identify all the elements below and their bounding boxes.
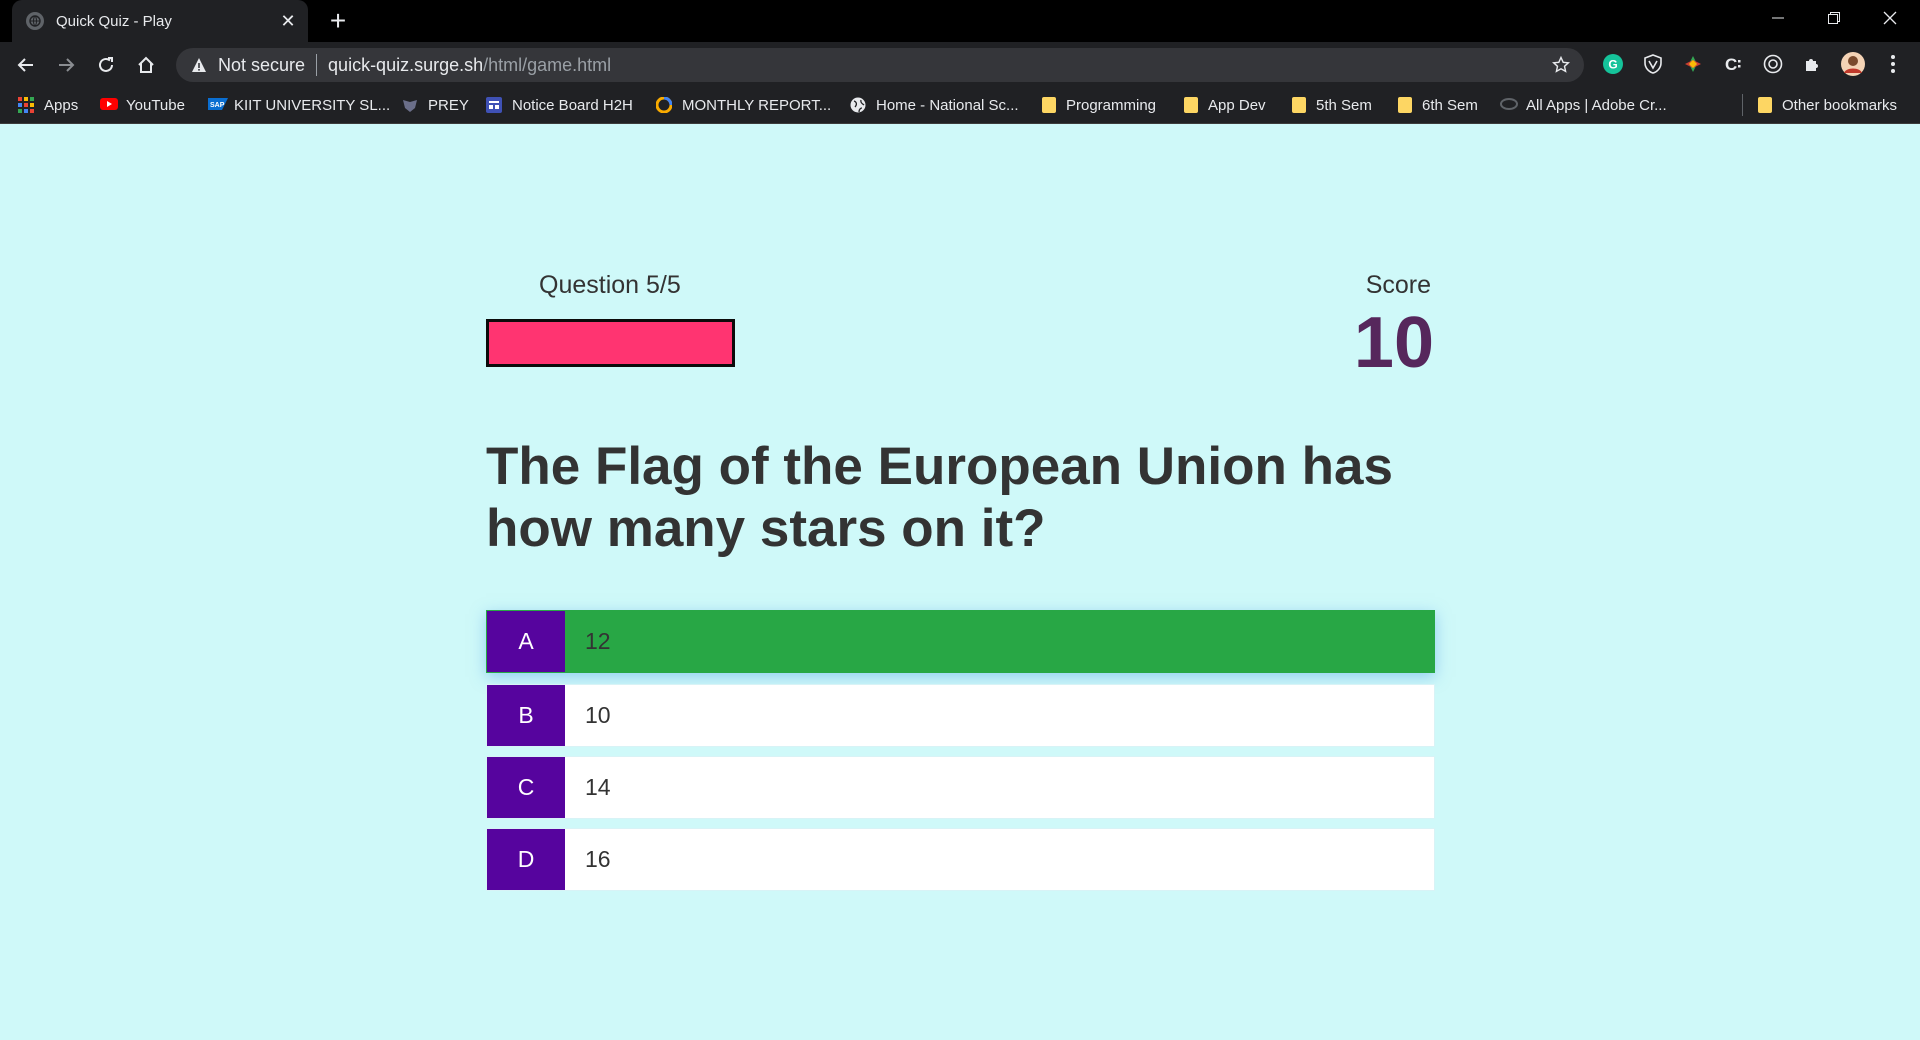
- bookmark-label: Apps: [44, 96, 79, 114]
- progress-fill: [489, 322, 732, 364]
- shield-extension-icon[interactable]: [1640, 51, 1666, 77]
- restore-icon[interactable]: [1806, 0, 1862, 36]
- bookmark-other-bookmarks[interactable]: Other bookmarks: [1758, 88, 1897, 122]
- bookmark-label: Home - National Sc...: [876, 96, 1019, 114]
- quiz-page: Question 5/5 Score 10 The Flag of the Eu…: [0, 124, 1920, 1040]
- prey-icon: [402, 97, 418, 113]
- address-separator: [316, 54, 318, 76]
- security-status-label[interactable]: Not secure: [218, 55, 305, 76]
- bookmark-apps[interactable]: Apps: [18, 88, 78, 122]
- browser-tab[interactable]: Quick Quiz - Play ✕: [12, 0, 308, 42]
- bookmark-notice-board[interactable]: Notice Board H2H: [486, 88, 633, 122]
- bookmark-label: YouTube: [126, 96, 185, 114]
- bookmark-label: App Dev: [1208, 96, 1266, 114]
- svg-text:C: C: [1725, 55, 1737, 74]
- score-label: Score: [1365, 271, 1431, 299]
- bookmark-kiit[interactable]: SAP KIIT UNIVERSITY SL...: [208, 88, 390, 122]
- reload-icon[interactable]: [90, 49, 122, 81]
- adobe-icon: [1500, 97, 1518, 113]
- bookmark-label: All Apps | Adobe Cr...: [1526, 96, 1667, 114]
- c-extension-icon[interactable]: C: [1720, 51, 1746, 77]
- bookmark-label: KIIT UNIVERSITY SL...: [234, 96, 391, 114]
- choice-text: 14: [585, 774, 611, 800]
- browser-toolbar: Not secure quick-quiz.surge.sh /html/gam…: [0, 42, 1920, 88]
- choice-option-a[interactable]: A 12: [486, 610, 1435, 673]
- progress-bar: [486, 319, 735, 367]
- question-counter: Question 5/5: [539, 271, 681, 299]
- warning-triangle-icon[interactable]: [190, 56, 208, 74]
- notice-board-icon: [486, 97, 502, 113]
- globe-icon: [850, 97, 866, 113]
- bookmark-label: PREY: [428, 96, 469, 114]
- choice-option-c[interactable]: C 14: [486, 756, 1435, 819]
- home-icon[interactable]: [130, 49, 162, 81]
- choice-text: 12: [585, 628, 611, 654]
- url-path: /html/game.html: [483, 54, 612, 75]
- bookmarks-bar: Apps YouTube SAP KIIT UNIVERSITY SL... P…: [0, 88, 1920, 124]
- folder-icon: [1758, 97, 1772, 113]
- grammarly-icon[interactable]: G: [1600, 51, 1626, 77]
- bookmark-folder-programming[interactable]: Programming: [1042, 88, 1156, 122]
- report-icon: [655, 96, 673, 114]
- bookmark-adobe[interactable]: All Apps | Adobe Cr...: [1500, 88, 1667, 122]
- bookmark-folder-5th-sem[interactable]: 5th Sem: [1292, 88, 1372, 122]
- bookmark-label: MONTHLY REPORT...: [682, 96, 832, 114]
- bookmark-label: Other bookmarks: [1782, 96, 1898, 114]
- profile-avatar[interactable]: [1840, 51, 1866, 77]
- tab-title: Quick Quiz - Play: [56, 12, 172, 30]
- choice-prefix: C: [487, 757, 565, 818]
- color-picker-icon[interactable]: [1680, 51, 1706, 77]
- folder-icon: [1292, 97, 1306, 113]
- back-arrow-icon[interactable]: [10, 49, 42, 81]
- choice-prefix: D: [487, 829, 565, 890]
- menu-kebab-icon[interactable]: [1880, 51, 1906, 77]
- choice-prefix: A: [487, 611, 565, 672]
- folder-icon: [1398, 97, 1412, 113]
- browser-tab-strip: Quick Quiz - Play ✕ +: [0, 0, 1920, 42]
- choice-option-d[interactable]: D 16: [486, 828, 1435, 891]
- bookmark-label: 6th Sem: [1422, 96, 1478, 114]
- minimize-icon[interactable]: [1750, 0, 1806, 36]
- svg-text:SAP: SAP: [210, 102, 225, 109]
- bookmark-label: 5th Sem: [1316, 96, 1372, 114]
- choice-text: 16: [585, 846, 611, 872]
- choice-prefix: B: [487, 685, 565, 746]
- address-bar[interactable]: Not secure quick-quiz.surge.sh /html/gam…: [176, 48, 1584, 82]
- bookmark-national-sc[interactable]: Home - National Sc...: [850, 88, 1019, 122]
- globe-favicon-icon: [26, 12, 44, 30]
- bookmark-label: Notice Board H2H: [512, 96, 633, 114]
- choice-option-b[interactable]: B 10: [486, 684, 1435, 747]
- tab-close-icon[interactable]: ✕: [274, 7, 302, 35]
- new-tab-button[interactable]: +: [322, 5, 354, 37]
- bookmark-youtube[interactable]: YouTube: [100, 88, 185, 122]
- youtube-icon: [100, 97, 118, 113]
- sap-icon: SAP: [208, 97, 228, 113]
- bookmark-prey[interactable]: PREY: [402, 88, 469, 122]
- close-window-icon[interactable]: [1862, 0, 1918, 36]
- forward-arrow-icon[interactable]: [50, 49, 82, 81]
- url-host: quick-quiz.surge.sh: [328, 54, 484, 75]
- puzzle-extensions-icon[interactable]: [1800, 51, 1826, 77]
- bookmark-star-icon[interactable]: [1550, 54, 1572, 76]
- svg-text:G: G: [1608, 58, 1617, 72]
- bookmark-monthly-report[interactable]: MONTHLY REPORT...: [655, 88, 832, 122]
- target-extension-icon[interactable]: [1760, 51, 1786, 77]
- choice-text: 10: [585, 702, 611, 728]
- score-value: 10: [1353, 303, 1434, 383]
- folder-icon: [1184, 97, 1198, 113]
- bookmark-separator: [1742, 94, 1743, 116]
- folder-icon: [1042, 97, 1056, 113]
- bookmark-folder-app-dev[interactable]: App Dev: [1184, 88, 1266, 122]
- bookmark-label: Programming: [1066, 96, 1157, 114]
- apps-grid-icon: [18, 97, 34, 113]
- bookmark-folder-6th-sem[interactable]: 6th Sem: [1398, 88, 1478, 122]
- question-text: The Flag of the European Union has how m…: [486, 437, 1393, 558]
